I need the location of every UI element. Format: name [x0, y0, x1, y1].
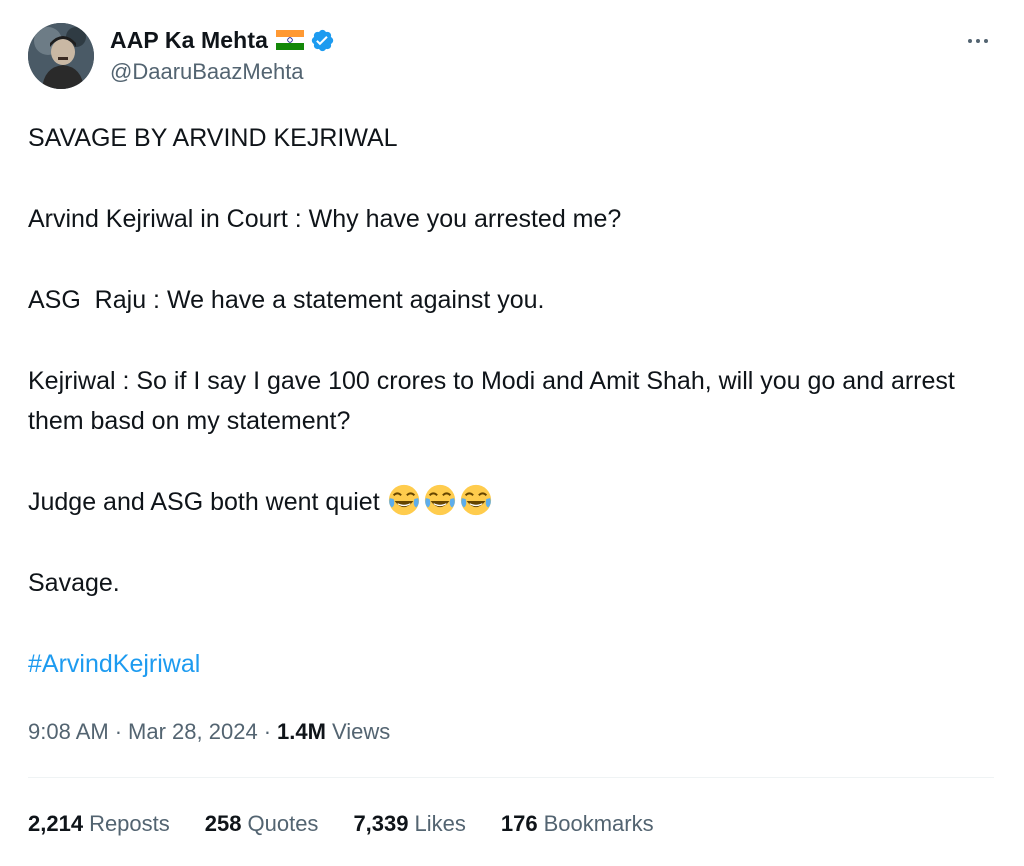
tweet-header: AAP Ka Mehta @DaaruBaazMehta	[28, 20, 996, 96]
tweet-line: Kejriwal : So if I say I gave 100 crores…	[28, 367, 962, 435]
views-label: Views	[331, 719, 391, 744]
india-flag-icon	[275, 30, 304, 50]
more-options-button[interactable]	[960, 26, 996, 56]
avatar[interactable]	[28, 23, 94, 89]
views-count[interactable]: 1.4M	[277, 719, 326, 745]
tweet-line: SAVAGE BY ARVIND KEJRIWAL	[28, 124, 398, 152]
bookmarks-stat[interactable]: 176 Bookmarks	[501, 811, 654, 837]
tweet-text: SAVAGE BY ARVIND KEJRIWAL Arvind Kejriwa…	[28, 118, 996, 725]
quotes-label: Quotes	[247, 811, 319, 836]
tweet-line: ASG Raju : We have a statement against y…	[28, 286, 545, 314]
tweet-line: Savage.	[28, 569, 120, 597]
likes-count: 7,339	[353, 811, 409, 836]
tweet-meta: 9:08 AM · Mar 28, 2024 · 1.4M Views	[28, 715, 390, 749]
reposts-count: 2,214	[28, 811, 84, 836]
face-with-tears-of-joy-icon	[459, 483, 493, 517]
hashtag-link[interactable]: #ArvindKejriwal	[28, 650, 200, 678]
likes-label: Likes	[414, 811, 466, 836]
name-row: AAP Ka Mehta	[110, 24, 335, 56]
hashtag-line: #ArvindKejriwal	[28, 644, 996, 684]
divider	[28, 777, 994, 778]
engagement-stats: 2,214 Reposts 258 Quotes 7,339 Likes 176 Boo…	[28, 806, 689, 842]
tweet-line: Arvind Kejriwal in Court : Why have you …	[28, 205, 622, 233]
tweet-line: Judge and ASG both went quiet	[28, 488, 380, 516]
tweet-card: AAP Ka Mehta @DaaruBaazMehta SAVAGE BY A…	[0, 0, 1024, 866]
bookmarks-count: 176	[500, 811, 538, 836]
author-handle[interactable]: @DaaruBaazMehta	[110, 59, 335, 85]
face-with-tears-of-joy-icon	[387, 483, 421, 517]
quotes-stat[interactable]: 258 Quotes	[205, 811, 319, 837]
author-block: AAP Ka Mehta @DaaruBaazMehta	[110, 24, 335, 85]
tweet-line-with-emoji: Judge and ASG both went quiet	[28, 482, 996, 522]
likes-stat[interactable]: 7,339 Likes	[353, 811, 465, 837]
meta-separator: ·	[263, 719, 272, 744]
face-with-tears-of-joy-icon	[423, 483, 457, 517]
meta-separator: ·	[114, 719, 123, 744]
reposts-label: Reposts	[89, 811, 170, 836]
tweet-time[interactable]: 9:08 AM	[28, 719, 109, 745]
verified-badge-icon[interactable]	[310, 28, 335, 53]
quotes-count: 258	[204, 811, 242, 836]
display-name[interactable]: AAP Ka Mehta	[110, 27, 268, 54]
tweet-date[interactable]: Mar 28, 2024	[128, 719, 258, 745]
bookmarks-label: Bookmarks	[543, 811, 654, 836]
more-horizontal-icon	[968, 39, 988, 43]
reposts-stat[interactable]: 2,214 Reposts	[28, 811, 170, 837]
